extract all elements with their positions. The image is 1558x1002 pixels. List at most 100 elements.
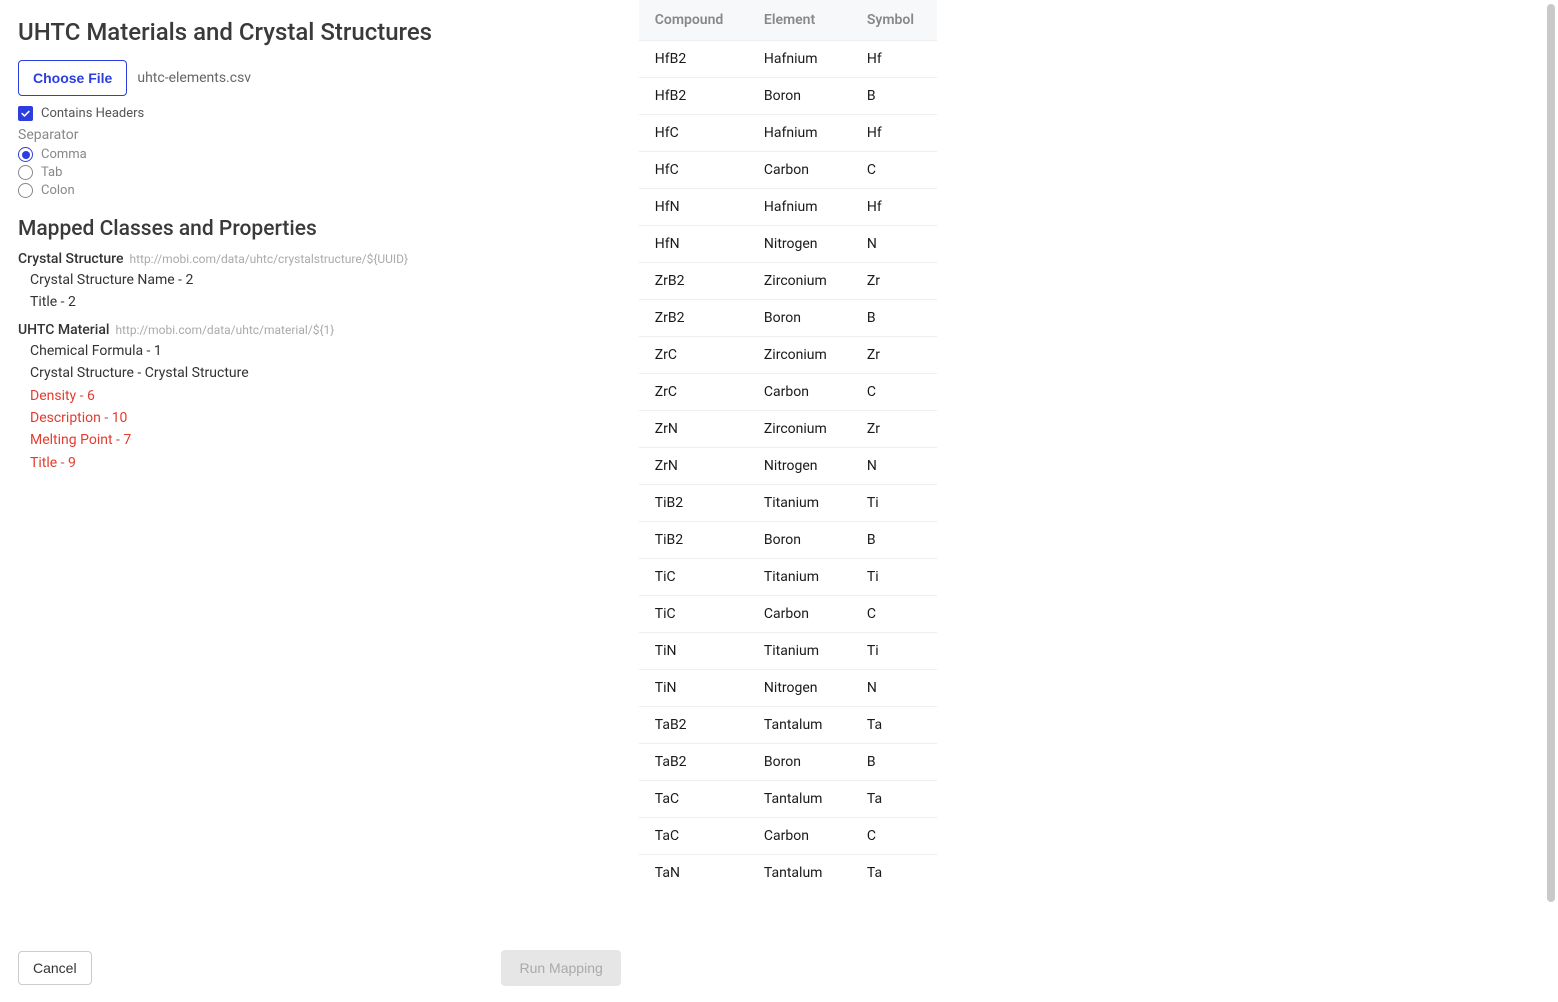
radio-button[interactable] — [18, 147, 33, 162]
class-group: Crystal Structurehttp://mobi.com/data/uh… — [18, 251, 621, 314]
table-row: TiCTitaniumTi — [639, 559, 937, 596]
table-cell: Nitrogen — [748, 226, 851, 263]
table-cell: Zr — [851, 337, 937, 374]
classes-container: Crystal Structurehttp://mobi.com/data/uh… — [18, 251, 621, 482]
table-cell: TaC — [639, 818, 748, 855]
table-cell: TiB2 — [639, 485, 748, 522]
table-cell: Zr — [851, 411, 937, 448]
table-cell: ZrC — [639, 337, 748, 374]
radio-button[interactable] — [18, 183, 33, 198]
table-cell: Zirconium — [748, 337, 851, 374]
table-cell: TiC — [639, 596, 748, 633]
separator-radio-comma[interactable]: Comma — [18, 147, 621, 162]
table-cell: Ta — [851, 855, 937, 892]
table-row: HfB2HafniumHf — [639, 41, 937, 78]
table-cell: C — [851, 152, 937, 189]
bottom-buttons: Cancel Run Mapping — [18, 950, 621, 986]
table-cell: HfC — [639, 152, 748, 189]
table-cell: Titanium — [748, 559, 851, 596]
table-cell: HfN — [639, 189, 748, 226]
table-cell: Boron — [748, 522, 851, 559]
scrollbar-thumb[interactable] — [1547, 4, 1555, 902]
table-cell: TiN — [639, 633, 748, 670]
table-cell: TiB2 — [639, 522, 748, 559]
table-row: ZrB2ZirconiumZr — [639, 263, 937, 300]
prop-item: Crystal Structure Name - 2 — [30, 269, 621, 291]
radio-button[interactable] — [18, 165, 33, 180]
table-cell: Nitrogen — [748, 448, 851, 485]
table-cell: Boron — [748, 300, 851, 337]
table-cell: ZrN — [639, 411, 748, 448]
prop-list: Chemical Formula - 1Crystal Structure - … — [18, 340, 621, 474]
table-scroll-area[interactable]: CompoundElementSymbol HfB2HafniumHfHfB2B… — [639, 0, 1558, 1002]
class-iri: http://mobi.com/data/uhtc/crystalstructu… — [129, 252, 408, 266]
table-cell: Hafnium — [748, 115, 851, 152]
contains-headers-row: Contains Headers — [18, 106, 621, 121]
table-cell: Ti — [851, 559, 937, 596]
table-row: HfB2BoronB — [639, 78, 937, 115]
table-cell: Hf — [851, 41, 937, 78]
table-row: TaNTantalumTa — [639, 855, 937, 892]
table-cell: HfC — [639, 115, 748, 152]
table-cell: HfB2 — [639, 78, 748, 115]
left-panel: UHTC Materials and Crystal Structures Ch… — [0, 0, 639, 1002]
table-row: TiB2BoronB — [639, 522, 937, 559]
table-cell: B — [851, 522, 937, 559]
radio-label: Comma — [41, 147, 87, 162]
table-row: HfNHafniumHf — [639, 189, 937, 226]
table-cell: Titanium — [748, 633, 851, 670]
table-cell: C — [851, 374, 937, 411]
cancel-button[interactable]: Cancel — [18, 951, 92, 985]
table-header-cell: Symbol — [851, 0, 937, 41]
table-row: TiNNitrogenN — [639, 670, 937, 707]
file-row: Choose File uhtc-elements.csv — [18, 60, 621, 96]
table-header-cell: Compound — [639, 0, 748, 41]
table-cell: TaN — [639, 855, 748, 892]
check-icon — [20, 108, 31, 119]
table-cell: TiN — [639, 670, 748, 707]
table-row: TiCCarbonC — [639, 596, 937, 633]
table-cell: TaB2 — [639, 744, 748, 781]
table-cell: B — [851, 744, 937, 781]
table-row: TaB2TantalumTa — [639, 707, 937, 744]
data-table: CompoundElementSymbol HfB2HafniumHfHfB2B… — [639, 0, 937, 891]
table-row: HfCHafniumHf — [639, 115, 937, 152]
contains-headers-checkbox[interactable] — [18, 106, 33, 121]
table-row: HfCCarbonC — [639, 152, 937, 189]
class-group: UHTC Materialhttp://mobi.com/data/uhtc/m… — [18, 322, 621, 474]
separator-radio-colon[interactable]: Colon — [18, 183, 621, 198]
table-body: HfB2HafniumHfHfB2BoronBHfCHafniumHfHfCCa… — [639, 41, 937, 892]
radio-label: Tab — [41, 165, 62, 180]
table-row: ZrB2BoronB — [639, 300, 937, 337]
table-cell: Ta — [851, 707, 937, 744]
table-cell: Ti — [851, 485, 937, 522]
table-row: ZrCCarbonC — [639, 374, 937, 411]
right-panel: CompoundElementSymbol HfB2HafniumHfHfB2B… — [639, 0, 1558, 1002]
table-cell: TaC — [639, 781, 748, 818]
separator-radio-tab[interactable]: Tab — [18, 165, 621, 180]
table-cell: Ta — [851, 781, 937, 818]
class-header: UHTC Materialhttp://mobi.com/data/uhtc/m… — [18, 322, 621, 338]
table-cell: Tantalum — [748, 707, 851, 744]
table-cell: Zirconium — [748, 263, 851, 300]
page-title: UHTC Materials and Crystal Structures — [18, 18, 621, 46]
mapped-section-title: Mapped Classes and Properties — [18, 217, 621, 241]
table-cell: B — [851, 300, 937, 337]
scrollbar-track[interactable] — [1546, 2, 1556, 1000]
table-cell: Carbon — [748, 818, 851, 855]
table-cell: Tantalum — [748, 855, 851, 892]
prop-item: Title - 2 — [30, 291, 621, 313]
table-cell: Hafnium — [748, 189, 851, 226]
table-cell: C — [851, 818, 937, 855]
table-cell: TiC — [639, 559, 748, 596]
table-cell: TaB2 — [639, 707, 748, 744]
table-row: TaCTantalumTa — [639, 781, 937, 818]
class-iri: http://mobi.com/data/uhtc/material/${1} — [115, 323, 334, 337]
table-row: TaCCarbonC — [639, 818, 937, 855]
table-cell: B — [851, 78, 937, 115]
table-cell: N — [851, 226, 937, 263]
table-cell: Ti — [851, 633, 937, 670]
run-mapping-button[interactable]: Run Mapping — [501, 950, 620, 986]
table-cell: N — [851, 448, 937, 485]
choose-file-button[interactable]: Choose File — [18, 60, 127, 96]
